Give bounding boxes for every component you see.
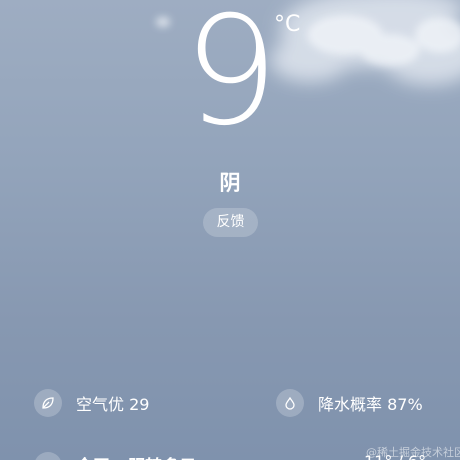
partly-cloudy-icon bbox=[214, 454, 238, 460]
forecast-today-label: 今天 · 阴转多云 bbox=[76, 452, 196, 460]
water-drop-icon bbox=[276, 389, 304, 417]
air-quality-text: 空气优 29 bbox=[76, 395, 150, 414]
weather-info-row: 空气优 29 降水概率 87% bbox=[0, 386, 460, 420]
precipitation-item[interactable]: 降水概率 87% bbox=[276, 386, 423, 420]
leaf-icon bbox=[34, 389, 62, 417]
precipitation-text: 降水概率 87% bbox=[318, 395, 423, 414]
temperature-unit: °C bbox=[274, 12, 301, 37]
watermark: @稀土掘金技术社区 bbox=[366, 446, 460, 459]
feedback-button[interactable]: 反馈 bbox=[203, 208, 258, 237]
air-quality-item[interactable]: 空气优 29 bbox=[34, 386, 149, 420]
temperature-value: 9 bbox=[183, 0, 278, 159]
weather-condition: 阴 bbox=[219, 171, 241, 195]
current-temperature-block: 9 °C bbox=[0, 0, 460, 156]
cloud-icon bbox=[34, 452, 62, 460]
weather-screen: { "current": { "temperature": "9", "unit… bbox=[0, 0, 460, 460]
